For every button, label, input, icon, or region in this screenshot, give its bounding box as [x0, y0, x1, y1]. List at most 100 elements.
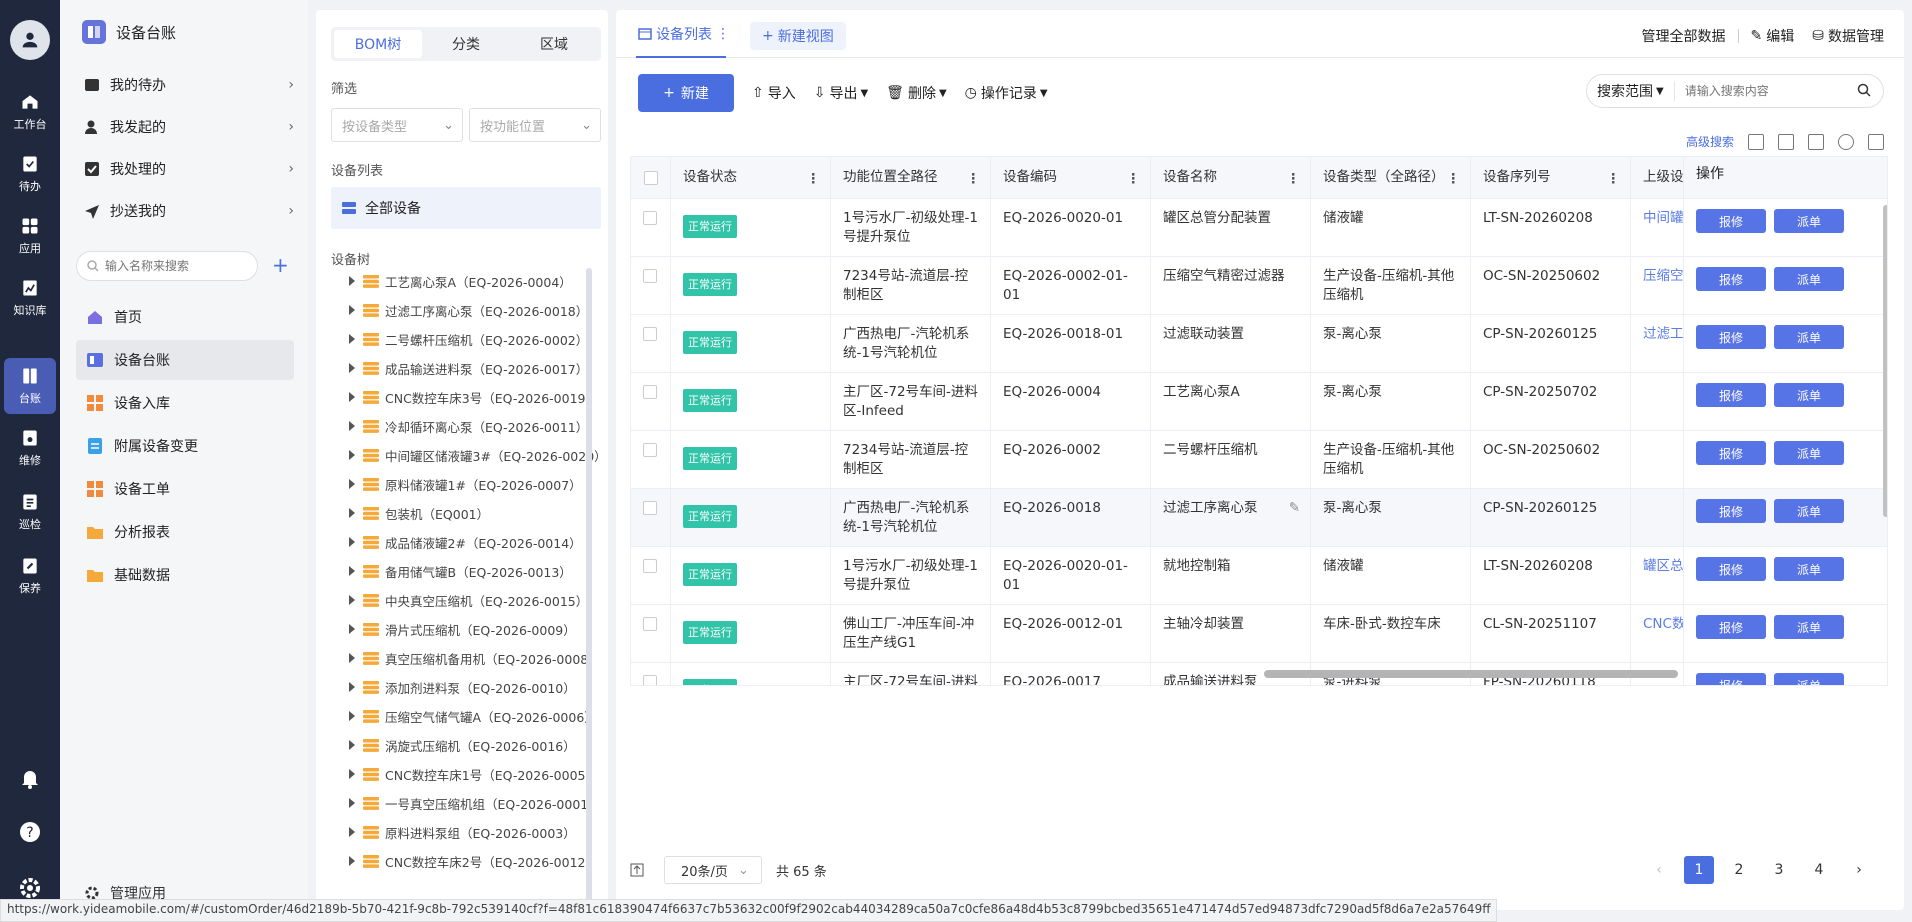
column-menu-icon[interactable]: ⋮ [1127, 170, 1141, 189]
table-row[interactable]: 正常运行 1号污水厂-初级处理-1号提升泵位 EQ-2026-0020-01 罐区总管… [631, 199, 1887, 257]
tree-node[interactable]: 二号螺杆压缩机（EQ-2026-0002） [331, 326, 588, 352]
nav-report-folder[interactable]: 分析报表 [76, 512, 294, 552]
bell-icon[interactable] [18, 766, 42, 790]
dispatch-button[interactable]: 派单 [1774, 383, 1844, 407]
nav-work-order[interactable]: 设备工单 [76, 469, 294, 509]
repair-button[interactable]: 报修 [1696, 499, 1766, 523]
table-row[interactable]: 正常运行 主厂区-72号车间-进料区-InfeedEQ-2026-0017 成品输送… [631, 663, 1887, 685]
search-icon[interactable] [1857, 83, 1871, 97]
caret-right-icon[interactable] [349, 537, 355, 547]
repair-button[interactable]: 报修 [1696, 615, 1766, 639]
expand-icon[interactable] [630, 863, 644, 877]
repair-button[interactable]: 报修 [1696, 673, 1766, 685]
nav-inbound[interactable]: 设备入库 [76, 383, 294, 423]
page-4[interactable]: 4 [1804, 856, 1834, 884]
repair-button[interactable]: 报修 [1696, 557, 1766, 581]
table-row[interactable]: 正常运行 广西热电厂-汽轮机系统-1号汽轮机位 EQ-2026-0018 过滤工序离心… [631, 489, 1887, 547]
tree-node[interactable]: CNC数控车床3号（EQ-2026-0019） [331, 384, 598, 410]
menu-initiated[interactable]: 我发起的 › [84, 113, 294, 141]
caret-right-icon[interactable] [349, 276, 355, 286]
dispatch-button[interactable]: 派单 [1774, 267, 1844, 291]
menu-my-todo[interactable]: 我的待办 › [84, 71, 294, 99]
dispatch-button[interactable]: 派单 [1774, 441, 1844, 465]
tree-node[interactable]: 冷却循环离心泵（EQ-2026-0011） [331, 413, 588, 439]
manage-all-data-link[interactable]: 管理全部数据 [1642, 26, 1726, 46]
caret-right-icon[interactable] [349, 392, 355, 402]
new-view-button[interactable]: + 新建视图 [750, 22, 846, 50]
tree-node[interactable]: 成品输送进料泵（EQ-2026-0017） [331, 355, 588, 381]
row-checkbox[interactable] [643, 211, 657, 225]
tree-node[interactable]: 真空压缩机备用机（EQ-2026-0008） [331, 645, 601, 671]
tree-node[interactable]: 添加剂进料泵（EQ-2026-0010） [331, 674, 576, 700]
new-button[interactable]: + 新建 [638, 74, 734, 112]
column-header[interactable]: 设备状态 ⋮ [671, 157, 831, 198]
caret-right-icon[interactable] [349, 334, 355, 344]
table-horizontal-scrollbar[interactable] [1264, 670, 1678, 678]
dispatch-button[interactable]: 派单 [1774, 673, 1844, 685]
page-1[interactable]: 1 [1684, 856, 1714, 884]
column-settings-icon[interactable] [1778, 133, 1794, 150]
tab-bom-tree[interactable]: BOM树 [334, 30, 422, 58]
tree-node[interactable]: 中间罐区储液罐3#（EQ-2026-0020） [331, 442, 607, 468]
caret-right-icon[interactable] [349, 595, 355, 605]
column-menu-icon[interactable]: ⋮ [1287, 170, 1301, 189]
column-menu-icon[interactable]: ⋮ [967, 170, 981, 189]
menu-handled[interactable]: 我处理的 › [84, 155, 294, 183]
repair-button[interactable]: 报修 [1696, 383, 1766, 407]
caret-right-icon[interactable] [349, 450, 355, 460]
print-icon[interactable] [1748, 133, 1764, 150]
tree-node[interactable]: 中央真空压缩机（EQ-2026-0015） [331, 587, 588, 613]
pencil-icon[interactable]: ✎ [1289, 499, 1300, 518]
help-icon[interactable]: ? [18, 820, 42, 844]
refresh-icon[interactable] [1838, 133, 1854, 150]
dispatch-button[interactable]: 派单 [1774, 615, 1844, 639]
column-menu-icon[interactable]: ⋮ [1607, 170, 1621, 189]
column-header[interactable]: 功能位置全路径 ⋮ [831, 157, 991, 198]
tree-node[interactable]: CNC数控车床2号（EQ-2026-0012） [331, 848, 598, 874]
tree-node[interactable]: 过滤工序离心泵（EQ-2026-0018） [331, 297, 588, 323]
table-row[interactable]: 正常运行 佛山工厂-冲压车间-冲压生产线G1 EQ-2026-0012-01 主轴冷却… [631, 605, 1887, 663]
column-header[interactable]: 设备编码 ⋮ [991, 157, 1151, 198]
table-vertical-scrollbar[interactable] [1883, 205, 1887, 517]
dispatch-button[interactable]: 派单 [1774, 557, 1844, 581]
caret-right-icon[interactable] [349, 653, 355, 663]
tree-node[interactable]: 滑片式压缩机（EQ-2026-0009） [331, 616, 576, 642]
page-3[interactable]: 3 [1764, 856, 1794, 884]
row-checkbox[interactable] [643, 327, 657, 341]
menu-search-input[interactable] [105, 259, 235, 273]
rail-inspection[interactable]: 巡检 [4, 484, 56, 540]
nav-attached-change[interactable]: 附属设备变更 [76, 426, 294, 466]
repair-button[interactable]: 报修 [1696, 325, 1766, 349]
rail-repair[interactable]: 维修 [4, 420, 56, 476]
rail-apps[interactable]: 应用 [4, 208, 56, 264]
filter-function-location[interactable]: 按功能位置 ⌄ [469, 108, 601, 142]
caret-right-icon[interactable] [349, 305, 355, 315]
operation-log-button[interactable]: ◷ 操作记录 ▼ [965, 83, 1048, 103]
tab-area[interactable]: 区域 [510, 30, 598, 58]
tree-node[interactable]: CNC数控车床1号（EQ-2026-0005） [331, 761, 598, 787]
caret-right-icon[interactable] [349, 682, 355, 692]
tree-node[interactable]: 压缩空气储气罐A（EQ-2026-0006） [331, 703, 597, 729]
tree-node[interactable]: 包装机（EQ001） [331, 500, 489, 526]
tab-category[interactable]: 分类 [422, 30, 510, 58]
tree-scrollbar[interactable] [586, 268, 592, 908]
row-checkbox[interactable] [643, 443, 657, 457]
next-page-button[interactable]: › [1844, 856, 1874, 884]
caret-right-icon[interactable] [349, 711, 355, 721]
menu-search[interactable] [76, 251, 258, 281]
nav-home[interactable]: 首页 [76, 297, 294, 337]
nav-base-data-folder[interactable]: 基础数据 [76, 555, 294, 595]
filter-device-type[interactable]: 按设备类型 ⌄ [331, 108, 463, 142]
repair-button[interactable]: 报修 [1696, 267, 1766, 291]
column-menu-icon[interactable]: ⋮ [807, 170, 821, 189]
delete-button[interactable]: 🗑 删除 ▼ [886, 83, 946, 103]
caret-right-icon[interactable] [349, 798, 355, 808]
column-header[interactable]: 设备名称 ⋮ [1151, 157, 1311, 198]
row-checkbox[interactable] [643, 675, 657, 685]
rail-workbench[interactable]: 工作台 [4, 84, 56, 140]
search-scope-select[interactable]: 搜索范围 ▼ [1587, 81, 1675, 101]
caret-right-icon[interactable] [349, 856, 355, 866]
row-checkbox[interactable] [643, 501, 657, 515]
table-row[interactable]: 正常运行 1号污水厂-初级处理-1号提升泵位 EQ-2026-0020-01-01 就… [631, 547, 1887, 605]
rail-maintenance[interactable]: 保养 [4, 548, 56, 604]
